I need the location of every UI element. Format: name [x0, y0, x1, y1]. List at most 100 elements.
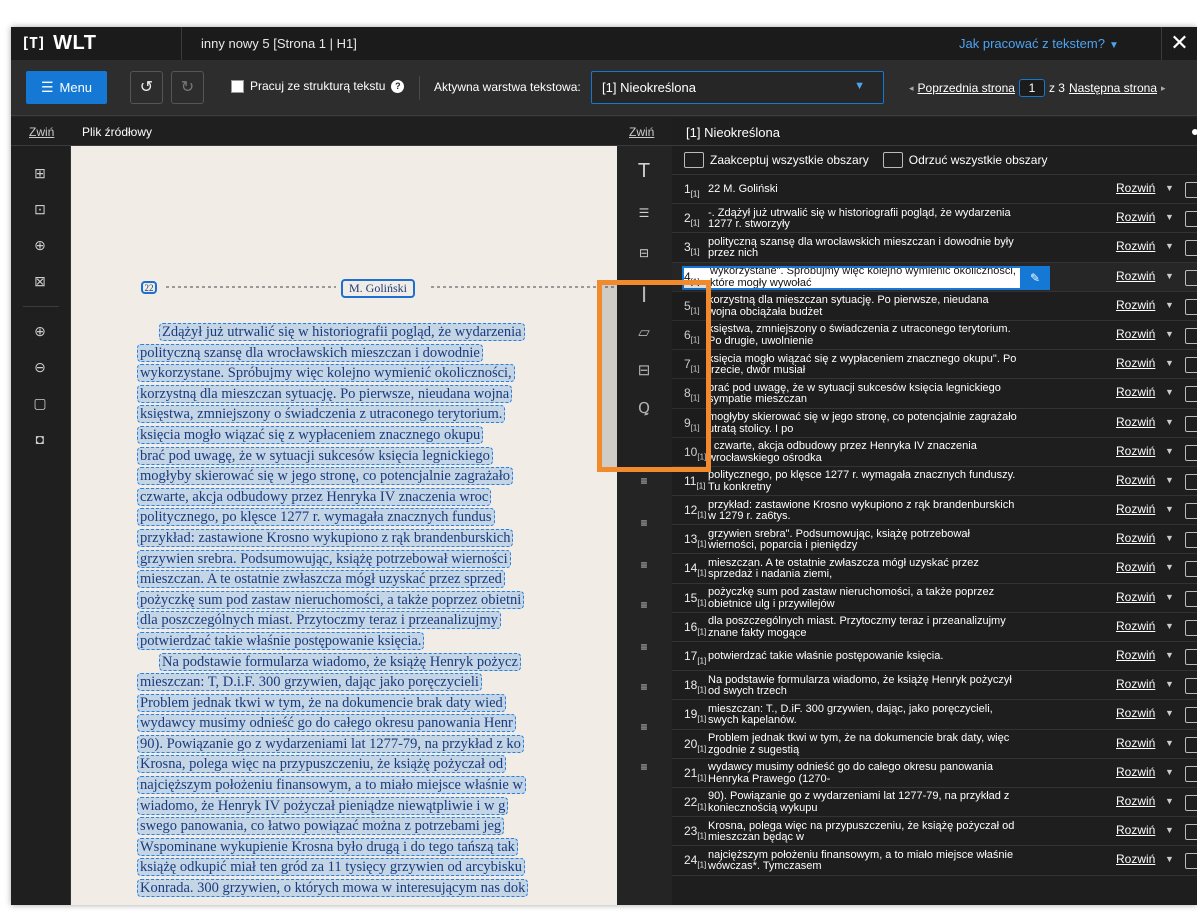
comment-icon[interactable]: ⊟: [629, 358, 659, 384]
expand-link[interactable]: Rozwiń: [1116, 766, 1155, 779]
fit-icon[interactable]: ▢: [25, 390, 55, 416]
layout-icon[interactable]: ⊟: [629, 240, 659, 266]
expand-link[interactable]: Rozwiń: [1116, 562, 1155, 574]
collapse-left-link[interactable]: Zwiń: [29, 125, 54, 139]
scan-line[interactable]: dla poszczególnych miast. Przytoczmy ter…: [137, 610, 617, 631]
source-image[interactable]: 22 M. Goliński Zdążył już utrwalić się w…: [71, 146, 617, 905]
scan-line[interactable]: korzystną dla mieszczan sytuację. Po pie…: [137, 384, 617, 405]
scan-line[interactable]: czwarte, akcja odbudowy przez Henryka IV…: [137, 487, 617, 508]
line-tool-icon[interactable]: ≡: [629, 510, 659, 536]
line-tool-icon[interactable]: ≡: [629, 674, 659, 700]
text-line-row[interactable]: 22[1] 90). Powiązanie go z wydarzeniami l…: [672, 788, 1197, 818]
text-line-row[interactable]: 14[1] mieszczan. A te ostatnie zwłaszcza …: [672, 554, 1197, 584]
line-tool-icon[interactable]: ≡: [629, 552, 659, 578]
text-line-row[interactable]: 6[1] księstwa, zmniejszony o świadczenia …: [672, 321, 1197, 351]
text-line-row[interactable]: 11[1] politycznego, po klęsce 1277 r. wym…: [672, 467, 1197, 497]
line-text[interactable]: politycznego, po klęsce 1277 r. wymagała…: [708, 470, 1018, 494]
text-line-row[interactable]: 1[1] 22 M. Goliński Rozwiń ▼: [672, 175, 1197, 205]
text-line-row[interactable]: 5[1] korzystną dla mieszczan sytuację. Po…: [672, 292, 1197, 321]
next-page-link[interactable]: Następna strona: [1069, 81, 1157, 95]
scan-line[interactable]: pożyczkę sum pod zastaw nieruchomości, a…: [137, 590, 617, 611]
expand-link[interactable]: Rozwiń: [1116, 795, 1155, 808]
marker-icon[interactable]: ▱: [629, 320, 659, 346]
expand-link[interactable]: Rozwiń: [1116, 416, 1155, 429]
scan-line[interactable]: przykład: zastawione Krosno wykupiono z …: [137, 528, 617, 549]
line-text[interactable]: księcia mogło wiązać się z wypłaceniem z…: [708, 353, 1018, 377]
row-checkbox[interactable]: [1185, 182, 1197, 198]
scan-line[interactable]: najcięższym położeniu finansowym, a to m…: [137, 775, 617, 796]
line-text[interactable]: potwierdzać takie właśnie postępowanie k…: [708, 645, 1018, 669]
chevron-down-icon[interactable]: ▼: [1165, 300, 1174, 312]
scan-line[interactable]: Problem jednak tkwi w tym, że na dokumen…: [137, 693, 617, 714]
row-checkbox[interactable]: [1185, 794, 1197, 811]
text-line-row[interactable]: 12[1] przykład: zastawione Krosno wykupio…: [672, 496, 1197, 526]
layer-select[interactable]: [1] Nieokreślona ▼: [591, 71, 884, 104]
line-text[interactable]: korzystną dla mieszczan sytuację. Po pie…: [708, 295, 1018, 319]
line-text[interactable]: -. Zdążył już utrwalić się w historiogra…: [708, 207, 1018, 231]
line-text[interactable]: najcięższym położeniu finansowym, a to m…: [708, 849, 1018, 873]
text-line-row[interactable]: 21[1] wydawcy musimy odnieść go do całego…: [672, 759, 1197, 788]
expand-link[interactable]: Rozwiń: [1116, 678, 1155, 691]
chevron-down-icon[interactable]: ▼: [1165, 854, 1174, 866]
reading-order-icon[interactable]: Ꝗ: [629, 396, 659, 422]
text-line-row[interactable]: 15[1] pożyczkę sum pod zastaw nieruchomoś…: [672, 584, 1197, 613]
structure-toggle[interactable]: Pracuj ze strukturą tekstu ?: [231, 79, 405, 93]
chevron-down-icon[interactable]: ▼: [1165, 825, 1174, 837]
close-button[interactable]: ✕: [1161, 27, 1197, 60]
expand-link[interactable]: Rozwiń: [1116, 649, 1155, 662]
reject-all-checkbox[interactable]: [882, 152, 903, 168]
text-line-row[interactable]: 20[1] Problem jednak tkwi w tym, że na do…: [672, 730, 1197, 759]
expand-link[interactable]: Rozwiń: [1116, 533, 1155, 545]
chevron-down-icon[interactable]: ▼: [1165, 796, 1174, 808]
scan-line[interactable]: książę odkupić miał ten gród za 11 tysię…: [137, 857, 617, 878]
row-checkbox[interactable]: [1185, 678, 1197, 695]
chevron-down-icon[interactable]: ▼: [1165, 767, 1174, 779]
help-circle-icon[interactable]: ?: [391, 79, 405, 93]
expand-link[interactable]: Rozwiń: [1116, 591, 1155, 604]
expand-link[interactable]: Rozwiń: [1116, 620, 1155, 633]
row-checkbox[interactable]: [1185, 649, 1197, 665]
text-line-row[interactable]: 10[1] | czwarte, akcja odbudowy przez Hen…: [672, 438, 1197, 467]
align-text-icon[interactable]: ☰: [629, 200, 659, 226]
expand-link[interactable]: Rozwiń: [1116, 182, 1155, 195]
row-checkbox[interactable]: [1185, 503, 1197, 520]
scan-line[interactable]: wiadomo, że Henryk IV pożyczał pieniądze…: [137, 796, 617, 817]
line-tool-icon[interactable]: ≡: [629, 468, 659, 494]
help-link[interactable]: Jak pracować z tekstem? ▼: [959, 36, 1119, 51]
page-number-input[interactable]: 1: [1018, 79, 1045, 97]
text-line-row[interactable]: 9[1] mogłyby skierować się w jego stronę,…: [672, 409, 1197, 438]
scan-line[interactable]: księstwa, zmniejszony o świadczenia z ut…: [137, 404, 617, 425]
delete-region-icon[interactable]: ⊠: [25, 268, 55, 294]
text-line-row[interactable]: 18[1] Na podstawie formularza wiadomo, że…: [672, 671, 1197, 701]
line-tool-icon[interactable]: ≡: [629, 634, 659, 660]
collapse-middle-link[interactable]: Zwiń: [629, 125, 654, 139]
chevron-down-icon[interactable]: ▼: [1165, 387, 1174, 399]
chevron-down-icon[interactable]: ▼: [1165, 446, 1174, 458]
line-text[interactable]: 90). Powiązanie go z wydarzeniami lat 12…: [708, 791, 1018, 815]
redo-button[interactable]: ↻: [171, 71, 204, 104]
line-text[interactable]: wykorzystane". Spróbujmy więc kolejno wy…: [682, 265, 1034, 290]
chevron-down-icon[interactable]: ▼: [1165, 241, 1174, 253]
line-text[interactable]: wydawcy musimy odnieść go do całego okre…: [708, 762, 1018, 786]
scan-line[interactable]: mieszczan: T, D.i.F. 300 grzywien, dając…: [137, 672, 617, 693]
expand-link[interactable]: Rozwiń: [1116, 824, 1155, 837]
text-type-icon[interactable]: T: [629, 158, 659, 184]
scan-page-number[interactable]: 22: [141, 281, 157, 294]
split-region-icon[interactable]: ⊡: [25, 196, 55, 222]
expand-link[interactable]: Rozwiń: [1116, 299, 1155, 312]
scan-line[interactable]: księcia mogło wiązać się z wypłaceniem z…: [137, 425, 617, 446]
scan-line[interactable]: Konrada. 300 grzywien, o których mowa w …: [137, 878, 617, 899]
line-text[interactable]: Krosna, polega więc na przypuszczeniu, ż…: [708, 820, 1018, 844]
scan-line[interactable]: Wspominane wykupienie Krosna było drugą …: [137, 837, 617, 858]
structure-checkbox[interactable]: [231, 79, 244, 93]
chevron-down-icon[interactable]: ▼: [1165, 504, 1174, 516]
row-checkbox[interactable]: [1185, 473, 1197, 490]
expand-link[interactable]: Rozwiń: [1116, 445, 1155, 458]
expand-link[interactable]: Rozwiń: [1116, 270, 1155, 283]
accept-all-checkbox[interactable]: [684, 152, 704, 168]
chevron-down-icon[interactable]: ▼: [1165, 417, 1174, 429]
menu-button[interactable]: ☰ Menu: [26, 71, 107, 104]
row-checkbox[interactable]: [1185, 619, 1197, 636]
scan-running-head[interactable]: M. Goliński: [341, 279, 416, 298]
scan-line[interactable]: mogłyby skierować się w jego stronę, co …: [137, 466, 617, 487]
